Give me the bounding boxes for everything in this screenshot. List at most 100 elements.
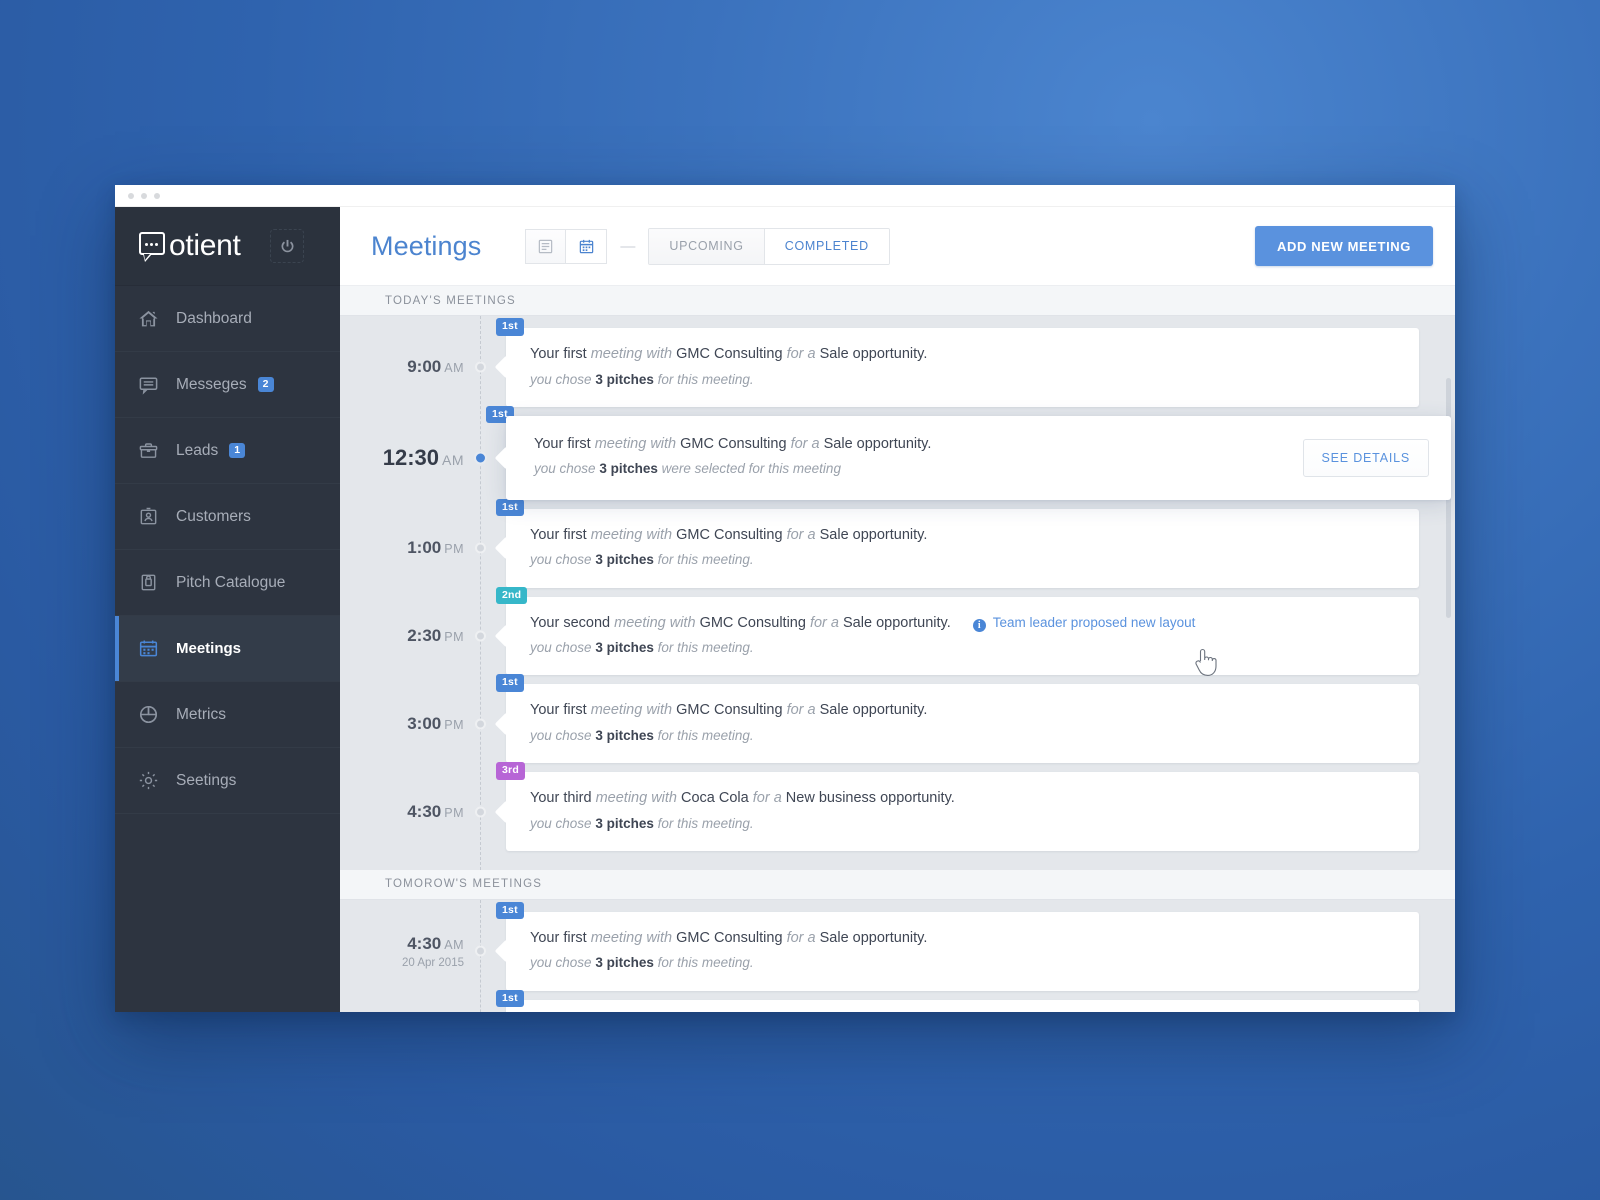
meeting-time-ampm: PM [444,805,464,820]
ordinal-badge: 1st [496,989,524,1008]
meeting-time: 4:30 PM [340,772,480,851]
meeting-note-text: Team leader proposed new layout [992,614,1196,630]
meeting-opportunity: Sale opportunity. [819,346,928,362]
ordinal-badge: 1st [496,901,524,920]
meeting-card[interactable]: Your first meeting with GMC Consulting f… [506,999,1419,1012]
meeting-with-label: meeting with [590,526,673,543]
meeting-time-value: 4:30 [407,801,442,821]
window-dot[interactable] [154,193,160,199]
sidebar-item-leads[interactable]: Leads 1 [115,418,340,484]
pitch-count: 3 pitches [599,461,658,477]
sidebar-item-seetings[interactable]: Seetings [115,748,340,814]
meeting-row[interactable]: 4:30AM20 Apr 20151stYour first meeting w… [340,989,1455,1012]
meeting-note[interactable]: i Team leader proposed new layout [972,614,1196,632]
sidebar-item-pitch-catalogue[interactable]: Pitch Catalogue [115,550,340,616]
sidebar-item-dashboard[interactable]: Dashboard [115,286,340,352]
power-icon[interactable] [270,229,304,263]
meeting-time: 4:30AM 20 Apr 2015 [340,912,480,991]
home-icon [138,308,172,329]
ordinal-badge: 1st [496,318,524,336]
meetings-list: TODAY'S MEETINGS 9:00 AM 1st Your first meet… [340,286,1455,1012]
bag-icon [138,572,172,593]
message-icon [138,374,172,395]
sidebar-item-customers[interactable]: Customers [115,484,340,550]
pitch-prefix: you chose [530,815,592,831]
meeting-for-label: for a [786,526,816,543]
meeting-time-value: 3:00 [407,713,442,733]
pitch-count: 3 pitches [595,815,654,831]
tab-completed[interactable]: COMPLETED [763,228,889,264]
meeting-opportunity: Sale opportunity. [823,435,932,452]
meeting-time-ampm: PM [444,542,464,557]
add-new-meeting-button[interactable]: ADD NEW MEETING [1255,226,1433,266]
meeting-opportunity: Sale opportunity. [819,702,928,719]
meeting-time: 1:00 PM [340,509,480,588]
meeting-opportunity: Sale opportunity. [819,526,928,543]
day-section-header: TODAY'S MEETINGS [340,286,1455,316]
meeting-opportunity: Sale opportunity. [843,614,951,631]
meeting-for-label: for a [809,614,839,631]
meeting-card[interactable]: Your second meeting with GMC Consulting … [506,596,1419,676]
meeting-company: GMC Consulting [699,614,806,631]
pitch-prefix: you chose [530,552,592,568]
meeting-time-ampm: AM [444,361,464,376]
sidebar-item-messeges[interactable]: Messeges 2 [115,352,340,418]
toolbar-separator: — [620,237,636,255]
meeting-with-label: meeting with [590,346,673,362]
meeting-time: 3:00 PM [340,684,480,763]
meeting-company: GMC Consulting [676,526,783,543]
calendar-view-icon[interactable] [566,228,608,264]
meeting-ordinal-text: Your first [530,526,587,543]
meeting-card[interactable]: Your first meeting with GMC Consulting f… [506,328,1419,407]
window-dot[interactable] [141,193,147,199]
meeting-subline: you chose 3 pitches for this meeting. [530,551,1399,569]
meetings-scroll-area[interactable]: TODAY'S MEETINGS 9:00 AM 1st Your first meet… [340,286,1455,1012]
sidebar-item-label: Customers [176,507,251,525]
meeting-card[interactable]: Your first meeting with GMC Consulting f… [506,911,1419,991]
meeting-row[interactable]: 9:00 AM 1st Your first meeting with GMC Con… [340,318,1455,407]
meeting-ordinal-text: Your second [530,614,611,631]
sidebar-item-meetings[interactable]: Meetings [115,616,340,682]
meeting-card[interactable]: Your first meeting with GMC Consulting f… [506,508,1419,588]
logo-text: otient [169,229,241,262]
sidebar-item-metrics[interactable]: Metrics [115,682,340,748]
day-section-body: 4:30 AM 20 Apr 2015 1st Your first meeting w… [340,899,1455,1012]
sidebar-item-badge: 1 [229,442,246,459]
meeting-subline: you chose 3 pitches were selected for th… [534,460,1431,478]
sidebar-item-label: Leads [176,441,219,459]
pitch-suffix: for this meeting. [657,815,754,831]
day-section-header: TOMOROW'S MEETINGS [340,869,1455,900]
meeting-company: GMC Consulting [676,929,783,946]
meeting-row[interactable]: 1:00 PM 1st Your first meeting with GMC Con… [340,498,1455,588]
pitch-count: 3 pitches [595,727,654,743]
meeting-card[interactable]: Your third meeting with Coca Cola for a … [506,772,1419,851]
app-logo[interactable]: otient [139,229,241,262]
see-details-button[interactable]: SEE DETAILS [1302,438,1429,477]
sidebar-item-label: Metrics [176,705,226,723]
meeting-card[interactable]: Your first meeting with GMC Consulting f… [506,415,1451,500]
calendar-icon [138,638,172,659]
meeting-row[interactable]: 12:30 AM 1st Your first meeting with GMC Co… [340,405,1455,500]
meeting-card[interactable]: Your first meeting with GMC Consulting f… [506,684,1419,764]
meeting-row[interactable]: 4:30 PM 3rd Your third meeting with Coca Co… [340,762,1455,851]
meeting-row[interactable]: 4:30AM20 Apr 2015 1st Your first meeting w… [340,901,1455,991]
meeting-for-label: for a [786,929,816,946]
meeting-ordinal-text: Your first [530,346,587,362]
window-controls[interactable] [128,193,160,199]
meeting-time-value: 2:30 [407,625,442,645]
speech-bubble-icon [139,231,168,262]
meeting-row[interactable]: 2:30 PM 2nd Your second meeting with GMC Co… [340,586,1455,676]
meeting-row[interactable]: 3:00 PM 1st Your first meeting with GMC Con… [340,674,1455,764]
meeting-headline: Your first meeting with GMC Consulting f… [530,929,1399,949]
meeting-subline: you chose 3 pitches for this meeting. [530,954,1399,972]
meeting-subline: you chose 3 pitches for this meeting. [530,815,1399,833]
sidebar-item-label: Pitch Catalogue [176,573,286,591]
meeting-headline: Your first meeting with GMC Consulting f… [530,345,1399,365]
window-dot[interactable] [128,193,134,199]
ordinal-badge: 1st [496,674,524,692]
main-area: Meetings — UPCOMING COMPLETED ADD NEW ME… [340,207,1455,1012]
tab-upcoming[interactable]: UPCOMING [649,228,764,264]
meeting-for-label: for a [786,702,816,719]
day-section-body: 9:00 AM 1st Your first meeting with GMC Con… [340,316,1455,870]
list-view-icon[interactable] [525,228,567,264]
